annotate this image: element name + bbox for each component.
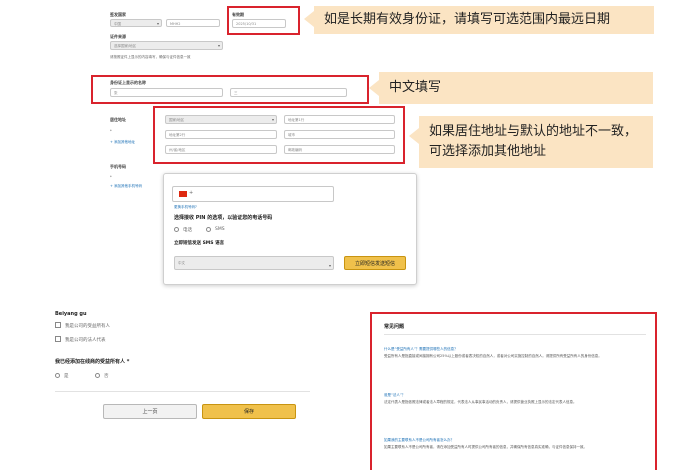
faq-answer-1: 受益所有人是指直接或间接拥有公司25%以上股份或者表决权的自然人，或者对公司实施… [384, 354, 602, 358]
phone-number-input[interactable]: + [172, 186, 334, 202]
source-select[interactable]: 选择国家/地区 ▾ [110, 41, 223, 50]
yes-label: 是 [64, 374, 69, 379]
no-label: 否 [104, 374, 109, 379]
legal-rep-label: 我是公司的法人代表 [65, 338, 106, 343]
chinese-callout-arrow [369, 80, 379, 96]
issue-country-label: 签发国家 [110, 12, 126, 17]
add-address-link[interactable]: + 添加其他地址 [110, 140, 135, 145]
source-note: 请按照证件上显示的内容填写，确保与证件信息一致 [110, 55, 191, 59]
doc-number-input[interactable]: MHH2 [166, 19, 220, 27]
address-line2-input[interactable]: 地址第2行 [165, 130, 277, 139]
address-callout-arrow [409, 128, 419, 144]
faq-answer-3: 如果主要联系人不是公司所有者，请在添加受益所有人时提供公司所有者的信息，并确保所… [384, 445, 587, 449]
address-country-select[interactable]: 国家/地区 ▾ [165, 115, 277, 124]
change-phone-link[interactable]: 更换手机号码? [174, 205, 197, 210]
chinese-callout: 中文填写 [379, 72, 653, 104]
faq-divider [384, 334, 646, 335]
sms-radio[interactable] [206, 227, 211, 232]
add-phone-link[interactable]: + 添加其他手机号码 [110, 184, 142, 189]
sms-language-label: 立即短信发送 SMS 语言 [174, 241, 225, 246]
sms-language-select[interactable]: 中文 ▾ [174, 256, 334, 270]
address-state-input[interactable]: 州/省/地区 [165, 145, 277, 154]
surname-input[interactable]: 张 [110, 88, 223, 97]
send-sms-button[interactable]: 立即短信发送短信 [344, 256, 406, 270]
chevron-down-icon: ▾ [271, 117, 274, 122]
expiry-callout-arrow [304, 11, 314, 27]
faq-answer-2: 法定代表人是指依照法律或者法人章程的规定，代表法人从事民事活动的负责人，请提供营… [384, 400, 577, 404]
phone-star: * [110, 175, 112, 179]
call-radio[interactable] [174, 227, 179, 232]
chevron-down-icon: ▾ [156, 21, 159, 26]
previous-page-button[interactable]: 上一页 [103, 404, 197, 419]
address-callout: 如果居住地址与默认的地址不一致， 可选择添加其他地址 [419, 116, 653, 168]
chevron-down-icon: ▾ [328, 263, 331, 268]
source-label: 证件来源 [110, 34, 126, 39]
faq-question-2[interactable]: 谁是“法人”？ [384, 393, 405, 398]
address-city-input[interactable]: 城市 [284, 130, 395, 139]
faq-question-1[interactable]: 什么是“受益所有人”？需要提供哪些人的信息？ [384, 347, 458, 352]
address-star: * [110, 129, 112, 133]
section-title: Beiyang gu [55, 311, 87, 317]
address-line1-input[interactable]: 地址第1行 [284, 115, 395, 124]
china-flag-icon [179, 191, 187, 197]
address-zip-input[interactable]: 邮政编码 [284, 145, 395, 154]
owners-question: 我已经添加在线商的受益所有人 * [55, 359, 130, 365]
call-option-label: 电话 [183, 228, 192, 233]
beneficial-owner-checkbox[interactable] [55, 322, 61, 328]
legal-rep-checkbox[interactable] [55, 336, 61, 342]
name-label: 身份证上显示的名称 [110, 80, 146, 85]
divider [55, 391, 310, 392]
faq-question-3[interactable]: 如果我的主要联系人不是公司所有者怎么办？ [384, 438, 454, 443]
phone-verification-popup: + 更换手机号码? 选择接收 PIN 的选项，以验证您的电话号码 电话 SMS … [163, 173, 417, 285]
beneficial-owner-label: 我是公司的受益所有人 [65, 324, 110, 329]
yes-radio[interactable] [55, 373, 60, 378]
no-radio[interactable] [95, 373, 100, 378]
pin-instruction: 选择接收 PIN 的选项，以验证您的电话号码 [174, 215, 273, 221]
expiry-highlight-box [227, 6, 300, 35]
address-label: 居住地址 [110, 117, 126, 122]
faq-title: 常见问题 [384, 324, 405, 330]
sms-option-label: SMS [215, 227, 225, 232]
save-button[interactable]: 保存 [202, 404, 296, 419]
given-name-input[interactable]: 三 [230, 88, 347, 97]
phone-label: 手机号码 [110, 164, 126, 169]
expiry-callout: 如是长期有效身份证，请填写可选范围内最远日期 [314, 6, 654, 34]
chevron-down-icon: ▾ [217, 43, 220, 48]
issue-country-select[interactable]: 中国 ▾ [110, 19, 162, 27]
